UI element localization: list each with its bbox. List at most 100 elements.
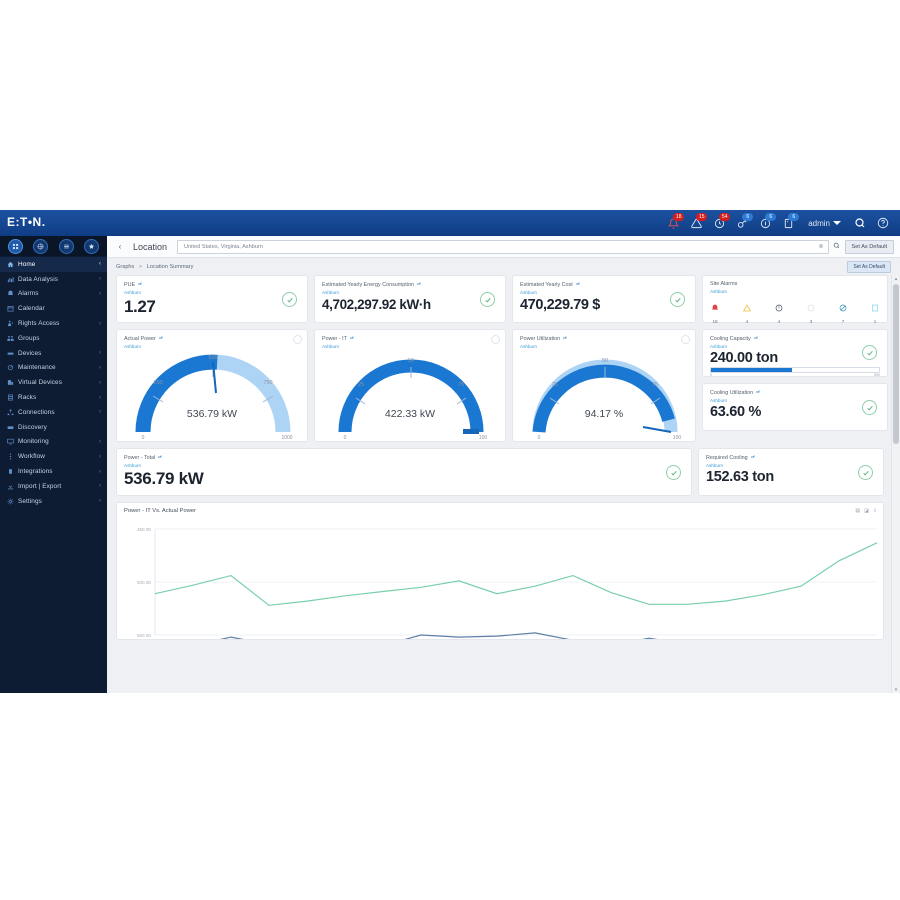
home-icon (7, 261, 18, 268)
note-icon[interactable]: 6 (777, 210, 800, 236)
globe-icon[interactable] (33, 238, 49, 254)
sidebar-item-workflow[interactable]: Workflow ‹ (0, 449, 107, 464)
sidebar-item-integrations[interactable]: Integrations ‹ (0, 464, 107, 479)
card-power-it[interactable]: Power - IT Ashburn 0 25 50 75 100 422.33… (314, 329, 506, 442)
scrollbar-thumb[interactable] (893, 284, 899, 444)
clock-badge: 54 (719, 213, 731, 221)
svg-text:25: 25 (358, 382, 364, 388)
warning-triangle-icon[interactable]: 15 (685, 210, 708, 236)
alarm-note[interactable]: 1 (871, 299, 879, 324)
gear-icon[interactable] (681, 335, 690, 344)
alarm-unknown-icon (807, 299, 815, 317)
chart-menu-icon[interactable]: ▤ (855, 508, 860, 514)
card-power-utilization[interactable]: Power Utilization Ashburn 0 25 50 75 100… (512, 329, 696, 442)
alarm-count: 18 (712, 318, 718, 324)
sidebar-item-virtual-devices[interactable]: Virtual Devices ‹ (0, 375, 107, 390)
mini-chart-icon[interactable] (137, 281, 142, 288)
progress-min: 0 (710, 372, 712, 377)
sidebar-item-data-analysis[interactable]: Data Analysis ‹ (0, 272, 107, 287)
sidebar-item-home[interactable]: Home ‹ (0, 257, 107, 272)
clock-icon[interactable]: 54 (708, 210, 731, 236)
card-cooling-utilization[interactable]: Cooling Utilization Ashburn 63.60 % (702, 383, 888, 431)
card-required-cooling[interactable]: Required Cooling Ashburn 152.63 ton (698, 448, 884, 496)
star-icon[interactable] (83, 238, 99, 254)
search-icon[interactable] (848, 210, 871, 236)
mini-chart-icon[interactable] (575, 281, 580, 288)
card-site-alarms[interactable]: Site Alarms Ashburn 18 4 4 3 7 1 (702, 275, 888, 324)
alarm-icon-row: 18 4 4 3 7 1 (703, 294, 887, 324)
card-power-total[interactable]: Power - Total Ashburn 536.79 kW (116, 448, 692, 496)
caret-up-icon[interactable]: ▴ (892, 275, 900, 283)
svg-text:75: 75 (652, 382, 658, 388)
gear-icon[interactable] (293, 335, 302, 344)
sidebar-label: Import | Export (18, 482, 62, 490)
sidebar-label: Settings (18, 497, 42, 505)
set-as-default-button-secondary[interactable]: Set As Default (847, 260, 891, 273)
dashboard-grid: PUE Ashburn 1.27 Estimated Yearly Energy… (107, 275, 900, 647)
alarm-warning[interactable]: 4 (742, 299, 752, 324)
location-search-field[interactable]: ⊗ (177, 239, 829, 254)
info-icon[interactable]: 6 (754, 210, 777, 236)
alarm-warning-icon (742, 299, 752, 317)
sidebar-item-settings[interactable]: Settings ‹ (0, 494, 107, 509)
card-cooling-capacity[interactable]: Cooling Capacity Ashburn 240.00 ton 0 50… (702, 329, 888, 377)
chevron-left-icon: ‹ (99, 409, 101, 416)
sidebar-item-alarms[interactable]: Alarms ‹ (0, 287, 107, 302)
alarm-info[interactable]: 4 (775, 299, 783, 324)
set-as-default-button[interactable]: Set As Default (844, 239, 894, 254)
sidebar-item-racks[interactable]: Racks ‹ (0, 390, 107, 405)
breadcrumb: Graphs > Location Summary (116, 264, 193, 270)
sidebar-item-discovery[interactable]: Discovery (0, 420, 107, 435)
sidebar-item-devices[interactable]: Devices ‹ (0, 346, 107, 361)
chevron-down-icon[interactable] (833, 221, 841, 225)
gear-icon[interactable] (491, 335, 500, 344)
chevron-left-icon: ‹ (99, 276, 101, 283)
mini-chart-icon[interactable] (157, 454, 162, 461)
gauges-row: Actual Power Ashburn 0 250 500 750 1000 … (116, 329, 891, 442)
card-yearly-energy[interactable]: Estimated Yearly Energy Consumption Ashb… (314, 275, 506, 323)
chart-download-icon[interactable]: ⇩ (873, 508, 877, 514)
list-icon[interactable] (58, 238, 74, 254)
eaton-logo: E:T•N. (7, 215, 46, 229)
alarm-disabled[interactable]: 7 (839, 299, 847, 324)
sidebar-item-import-export[interactable]: Import | Export ‹ (0, 479, 107, 494)
alarm-critical[interactable]: 18 (711, 299, 719, 324)
help-icon[interactable] (871, 210, 894, 236)
search-icon[interactable] (829, 242, 845, 251)
sidebar-item-calendar[interactable]: Calendar (0, 301, 107, 316)
card-pue[interactable]: PUE Ashburn 1.27 (116, 275, 308, 323)
mini-chart-icon[interactable] (562, 335, 567, 342)
key-icon[interactable]: 6 (731, 210, 754, 236)
sidebar-item-monitoring[interactable]: Monitoring ‹ (0, 435, 107, 450)
sidebar-item-groups[interactable]: Groups (0, 331, 107, 346)
mini-chart-icon[interactable] (755, 389, 760, 396)
caret-down-icon[interactable]: ▾ (892, 686, 900, 693)
vertical-scrollbar[interactable]: ▴ ▾ (891, 275, 900, 693)
card-actual-power[interactable]: Actual Power Ashburn 0 250 500 750 1000 … (116, 329, 308, 442)
chart-type-icon[interactable]: ◪ (864, 508, 869, 514)
sidebar-item-rights-access[interactable]: Rights Access ‹ (0, 316, 107, 331)
grid-icon[interactable] (8, 238, 24, 254)
card-yearly-cost[interactable]: Estimated Yearly Cost Ashburn 470,229.79… (512, 275, 696, 323)
sidebar-label: Alarms (18, 290, 39, 298)
sidebar-quick-icons (0, 236, 107, 256)
location-input[interactable] (182, 242, 824, 251)
card-title-text: Power - Total (124, 454, 156, 461)
bell-icon[interactable]: 18 (662, 210, 685, 236)
mini-chart-icon[interactable] (416, 281, 421, 288)
mini-chart-icon[interactable] (753, 335, 758, 342)
alarm-unknown[interactable]: 3 (807, 299, 815, 324)
chevron-left-icon[interactable]: ‹ (113, 242, 127, 251)
card-value: 1.27 (124, 296, 156, 316)
card-power-it-vs-actual[interactable]: Power - IT Vs. Actual Power ▤ ◪ ⇩ 450.00… (116, 502, 884, 647)
mini-chart-icon[interactable] (750, 454, 755, 461)
mini-chart-icon[interactable] (158, 335, 163, 342)
warning-badge: 15 (696, 213, 708, 221)
clear-circle-icon[interactable]: ⊗ (819, 243, 824, 250)
sidebar-item-connections[interactable]: Connections ‹ (0, 405, 107, 420)
breadcrumb-root[interactable]: Graphs (116, 264, 134, 270)
calendar-icon (7, 305, 18, 312)
mini-chart-icon[interactable] (349, 335, 354, 342)
sidebar-item-maintenance[interactable]: Maintenance ‹ (0, 361, 107, 376)
virtual-device-icon (7, 379, 18, 386)
